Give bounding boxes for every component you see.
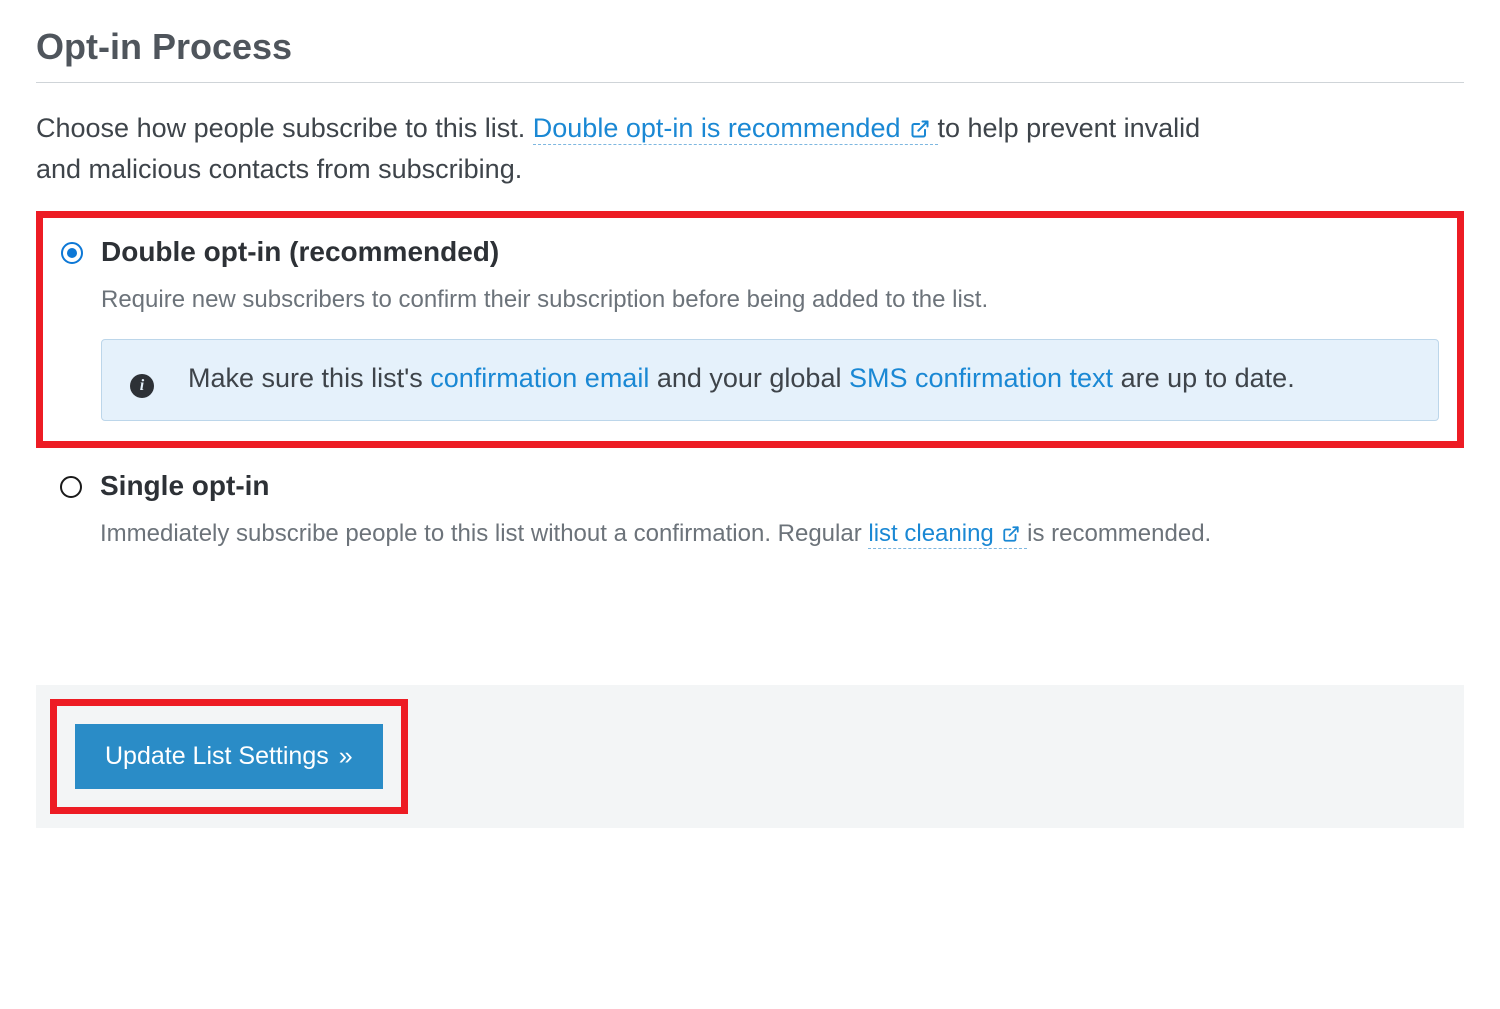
option-double-optin[interactable]: Double opt-in (recommended) Require new … — [61, 236, 1439, 421]
update-button-highlight: Update List Settings » — [50, 699, 408, 814]
note-mid: and your global — [649, 363, 849, 393]
double-optin-description: Require new subscribers to confirm their… — [101, 284, 1439, 316]
double-optin-recommended-link[interactable]: Double opt-in is recommended — [533, 113, 938, 145]
external-link-icon — [910, 111, 930, 150]
note-pre: Make sure this list's — [188, 363, 430, 393]
double-optin-highlight: Double opt-in (recommended) Require new … — [36, 211, 1464, 448]
intro-text: Choose how people subscribe to this list… — [36, 109, 1226, 189]
confirmation-email-link[interactable]: confirmation email — [430, 363, 649, 393]
single-optin-label: Single opt-in — [100, 470, 1440, 502]
update-list-settings-button[interactable]: Update List Settings » — [75, 724, 383, 789]
info-icon: i — [130, 374, 154, 398]
intro-link-text: Double opt-in is recommended — [533, 113, 901, 143]
intro-pre: Choose how people subscribe to this list… — [36, 113, 533, 143]
footer-bar: Update List Settings » — [36, 685, 1464, 828]
sms-confirmation-text-link[interactable]: SMS confirmation text — [849, 363, 1113, 393]
section-divider — [36, 82, 1464, 83]
section-title: Opt-in Process — [36, 26, 1464, 68]
radio-double-optin[interactable] — [61, 242, 83, 264]
chevron-right-icon: » — [339, 742, 353, 771]
update-button-label: Update List Settings — [105, 742, 329, 771]
single-desc-post: is recommended. — [1027, 520, 1211, 547]
double-optin-label: Double opt-in (recommended) — [101, 236, 1439, 268]
note-post: are up to date. — [1113, 363, 1295, 393]
list-cleaning-link[interactable]: list cleaning — [868, 520, 1027, 549]
single-desc-pre: Immediately subscribe people to this lis… — [100, 520, 868, 547]
single-optin-description: Immediately subscribe people to this lis… — [100, 518, 1440, 552]
radio-single-optin[interactable] — [60, 476, 82, 498]
option-single-optin[interactable]: Single opt-in Immediately subscribe peop… — [60, 470, 1440, 574]
confirmation-note: i Make sure this list's confirmation emai… — [101, 339, 1439, 422]
single-desc-link-text: list cleaning — [868, 520, 993, 547]
external-link-icon — [1002, 520, 1020, 552]
